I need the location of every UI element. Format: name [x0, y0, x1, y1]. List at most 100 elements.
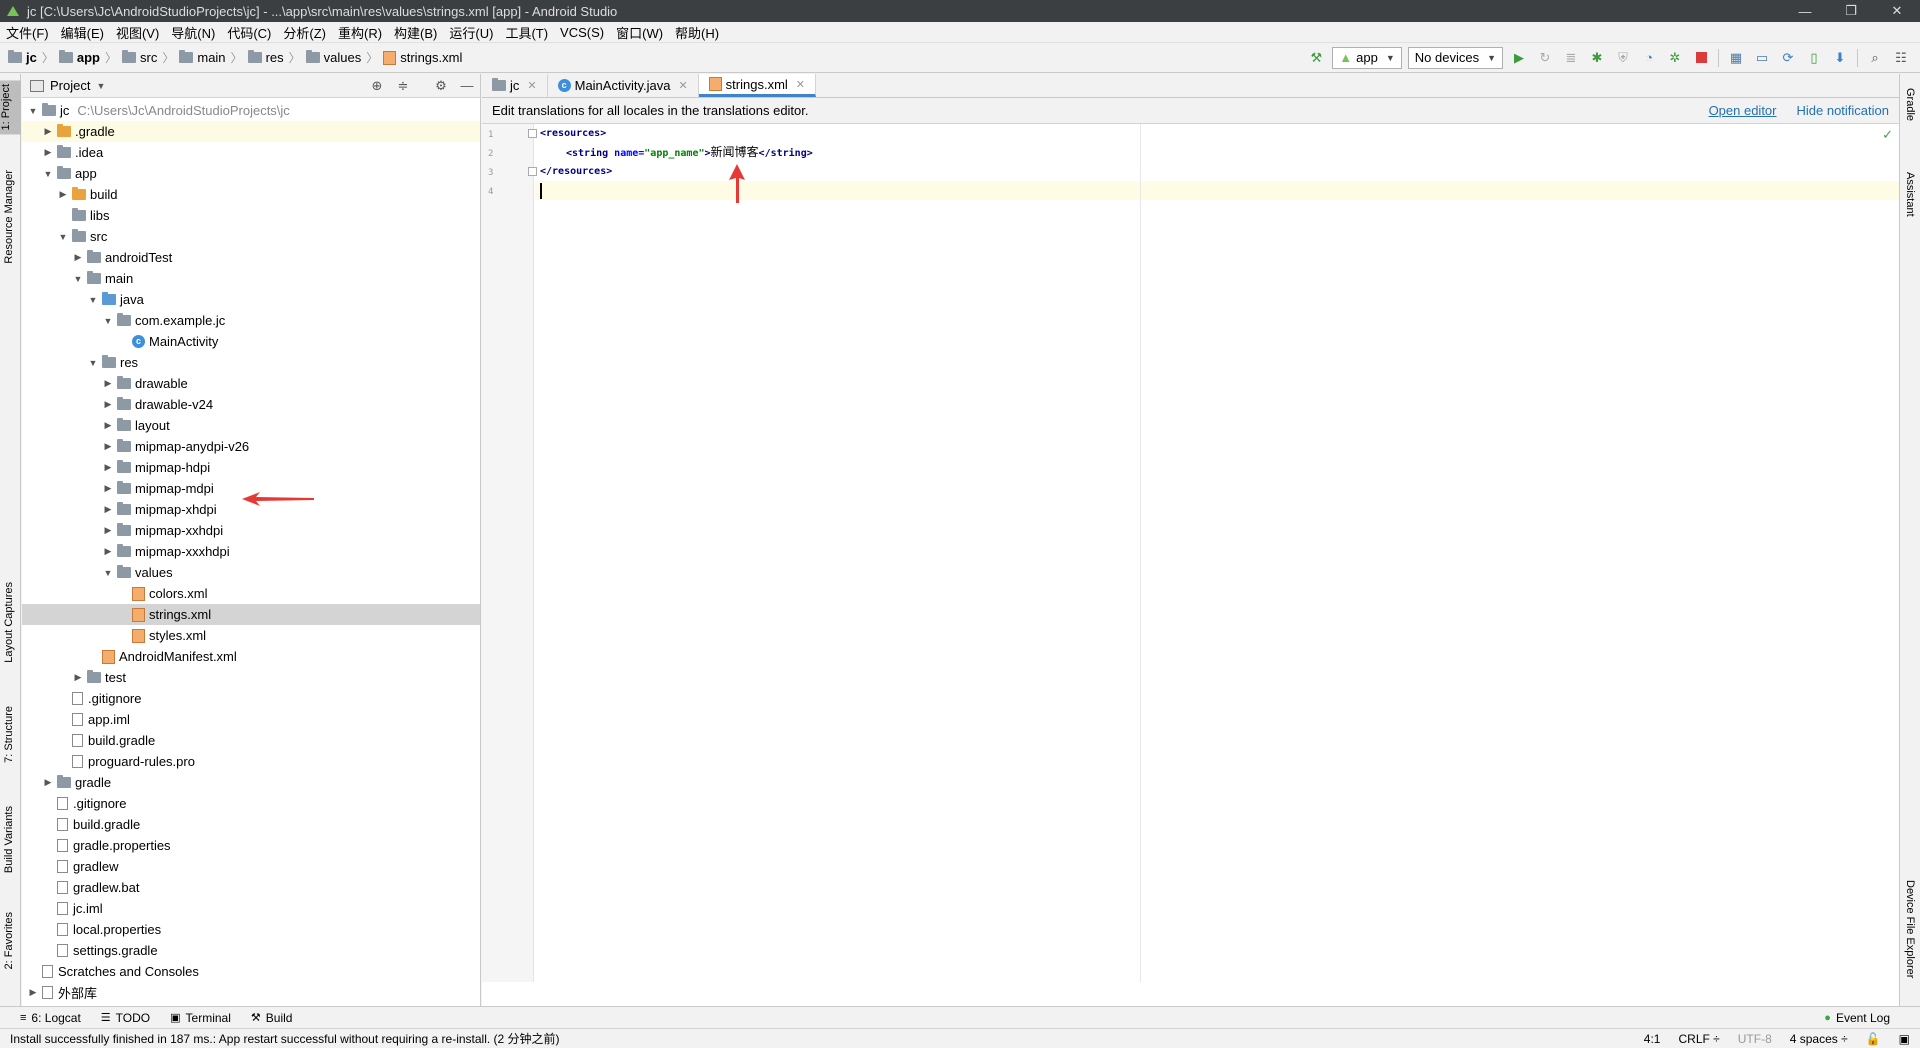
- expand-arrow-icon[interactable]: ▶: [101, 504, 115, 515]
- menu-navigate[interactable]: 导航(N): [165, 23, 221, 42]
- menu-window[interactable]: 窗口(W): [610, 23, 669, 42]
- tree-item[interactable]: colors.xml: [22, 583, 480, 604]
- expand-arrow-icon[interactable]: ▼: [26, 106, 40, 116]
- expand-arrow-icon[interactable]: ▶: [41, 147, 55, 158]
- expand-arrow-icon[interactable]: ▶: [71, 672, 85, 683]
- tree-item[interactable]: settings.gradle: [22, 940, 480, 961]
- apply-changes-icon[interactable]: ↻: [1532, 47, 1558, 69]
- indent-select[interactable]: 4 spaces ÷: [1790, 1032, 1848, 1046]
- breadcrumb-item-res[interactable]: res: [247, 50, 284, 65]
- project-view-select[interactable]: Project: [50, 78, 90, 93]
- breadcrumb-item-app[interactable]: app: [58, 50, 100, 65]
- editor-tab-mainactivity[interactable]: c MainActivity.java ✕: [548, 74, 699, 97]
- expand-arrow-icon[interactable]: ▶: [41, 126, 55, 137]
- close-tab-icon[interactable]: ✕: [678, 79, 687, 92]
- tree-item[interactable]: jc.iml: [22, 898, 480, 919]
- tree-item[interactable]: .gitignore: [22, 793, 480, 814]
- tree-item[interactable]: ▶ .idea: [22, 142, 480, 163]
- tree-item[interactable]: c MainActivity: [22, 331, 480, 352]
- apply-code-changes-icon[interactable]: ≣: [1558, 47, 1584, 69]
- tree-item[interactable]: build.gradle: [22, 730, 480, 751]
- expand-arrow-icon[interactable]: ▶: [101, 483, 115, 494]
- tree-item[interactable]: ▶ drawable: [22, 373, 480, 394]
- run-icon[interactable]: ▶: [1506, 47, 1532, 69]
- tree-item[interactable]: ▶ mipmap-anydpi-v26: [22, 436, 480, 457]
- tool-tab-todo[interactable]: ☰ TODO: [101, 1011, 150, 1025]
- code-area[interactable]: 1 2 3 4 <resources> <string name="app_na…: [482, 124, 1899, 982]
- tool-tab-build[interactable]: ⚒ Build: [251, 1011, 293, 1025]
- open-editor-link[interactable]: Open editor: [1709, 103, 1777, 118]
- expand-arrow-icon[interactable]: ▶: [101, 525, 115, 536]
- expand-arrow-icon[interactable]: ▼: [56, 232, 70, 242]
- tree-item[interactable]: libs: [22, 205, 480, 226]
- breadcrumb-item-strings-xml[interactable]: strings.xml: [383, 50, 462, 65]
- sync-gradle-icon[interactable]: ⟳: [1775, 47, 1801, 69]
- tree-item[interactable]: ▶ build: [22, 184, 480, 205]
- tree-item[interactable]: gradle.properties: [22, 835, 480, 856]
- menu-run[interactable]: 运行(U): [443, 23, 499, 42]
- tree-item[interactable]: .gitignore: [22, 688, 480, 709]
- expand-arrow-icon[interactable]: ▼: [101, 316, 115, 326]
- breadcrumb-item-jc[interactable]: jc: [8, 50, 37, 65]
- make-project-hammer-icon[interactable]: ⚒: [1303, 47, 1329, 69]
- expand-arrow-icon[interactable]: ▶: [56, 189, 70, 200]
- search-icon[interactable]: ⌕: [1862, 47, 1888, 69]
- project-structure-icon[interactable]: ▦: [1723, 47, 1749, 69]
- tree-item[interactable]: ▶ layout: [22, 415, 480, 436]
- menu-build[interactable]: 构建(B): [388, 23, 443, 42]
- tree-item[interactable]: ▶ .gradle: [22, 121, 480, 142]
- tree-item[interactable]: proguard-rules.pro: [22, 751, 480, 772]
- expand-arrow-icon[interactable]: ▼: [86, 358, 100, 368]
- run-coverage-icon[interactable]: ⛨: [1610, 47, 1636, 69]
- expand-arrow-icon[interactable]: ▶: [101, 462, 115, 473]
- tree-item-root[interactable]: ▼ jc C:\Users\Jc\AndroidStudioProjects\j…: [22, 100, 480, 121]
- device-select[interactable]: No devices ▼: [1407, 46, 1503, 69]
- profile-icon[interactable]: ◔: [1636, 47, 1662, 69]
- restore-button[interactable]: ❐: [1828, 0, 1874, 22]
- layout-inspector-icon[interactable]: ▭: [1749, 47, 1775, 69]
- debug-icon[interactable]: ✱: [1584, 47, 1610, 69]
- tree-item[interactable]: ▶ mipmap-hdpi: [22, 457, 480, 478]
- tree-item[interactable]: strings.xml: [22, 604, 480, 625]
- expand-arrow-icon[interactable]: ▶: [101, 378, 115, 389]
- tab-build-variants[interactable]: Build Variants: [3, 806, 15, 873]
- line-separator-select[interactable]: CRLF ÷: [1678, 1032, 1719, 1046]
- tool-tab-event-log[interactable]: ● Event Log: [1824, 1011, 1890, 1025]
- close-tab-icon[interactable]: ✕: [527, 79, 536, 92]
- menu-analyze[interactable]: 分析(Z): [277, 23, 332, 42]
- tree-item[interactable]: ▶ 外部库: [22, 982, 480, 1003]
- encoding-select[interactable]: UTF-8: [1738, 1032, 1772, 1046]
- sdk-manager-icon[interactable]: ⬇: [1827, 47, 1853, 69]
- menu-refactor[interactable]: 重构(R): [332, 23, 388, 42]
- expand-arrow-icon[interactable]: ▼: [86, 295, 100, 305]
- gear-icon[interactable]: ⚙: [428, 78, 454, 94]
- menu-help[interactable]: 帮助(H): [669, 23, 725, 42]
- menu-tools[interactable]: 工具(T): [499, 23, 554, 42]
- close-button[interactable]: ✕: [1874, 0, 1920, 22]
- tree-item[interactable]: ▶ gradle: [22, 772, 480, 793]
- caret-position[interactable]: 4:1: [1644, 1032, 1661, 1046]
- tree-item[interactable]: styles.xml: [22, 625, 480, 646]
- tree-item[interactable]: ▼ main: [22, 268, 480, 289]
- expand-arrow-icon[interactable]: ▶: [101, 441, 115, 452]
- tree-item[interactable]: AndroidManifest.xml: [22, 646, 480, 667]
- tree-item[interactable]: ▼ src: [22, 226, 480, 247]
- tree-item[interactable]: ▼ com.example.jc: [22, 310, 480, 331]
- stop-icon[interactable]: [1688, 47, 1714, 69]
- tab-assistant[interactable]: Assistant: [1904, 172, 1916, 217]
- tree-item[interactable]: ▼ java: [22, 289, 480, 310]
- tree-item[interactable]: app.iml: [22, 709, 480, 730]
- expand-arrow-icon[interactable]: ▶: [101, 399, 115, 410]
- expand-arrow-icon[interactable]: ▶: [101, 420, 115, 431]
- chevron-down-icon[interactable]: ▼: [96, 81, 105, 91]
- expand-arrow-icon[interactable]: ▼: [101, 568, 115, 578]
- expand-arrow-icon[interactable]: ▼: [71, 274, 85, 284]
- breadcrumb-item-values[interactable]: values: [305, 50, 361, 65]
- memory-indicator-icon[interactable]: ▣: [1899, 1032, 1910, 1046]
- expand-arrow-icon[interactable]: ▶: [26, 987, 40, 998]
- hide-notification-link[interactable]: Hide notification: [1797, 103, 1890, 118]
- tool-tab-terminal[interactable]: ▣ Terminal: [170, 1011, 231, 1025]
- tree-item[interactable]: ▶ mipmap-xxhdpi: [22, 520, 480, 541]
- tab-favorites[interactable]: 2: Favorites: [3, 912, 15, 969]
- tree-item[interactable]: ▶ test: [22, 667, 480, 688]
